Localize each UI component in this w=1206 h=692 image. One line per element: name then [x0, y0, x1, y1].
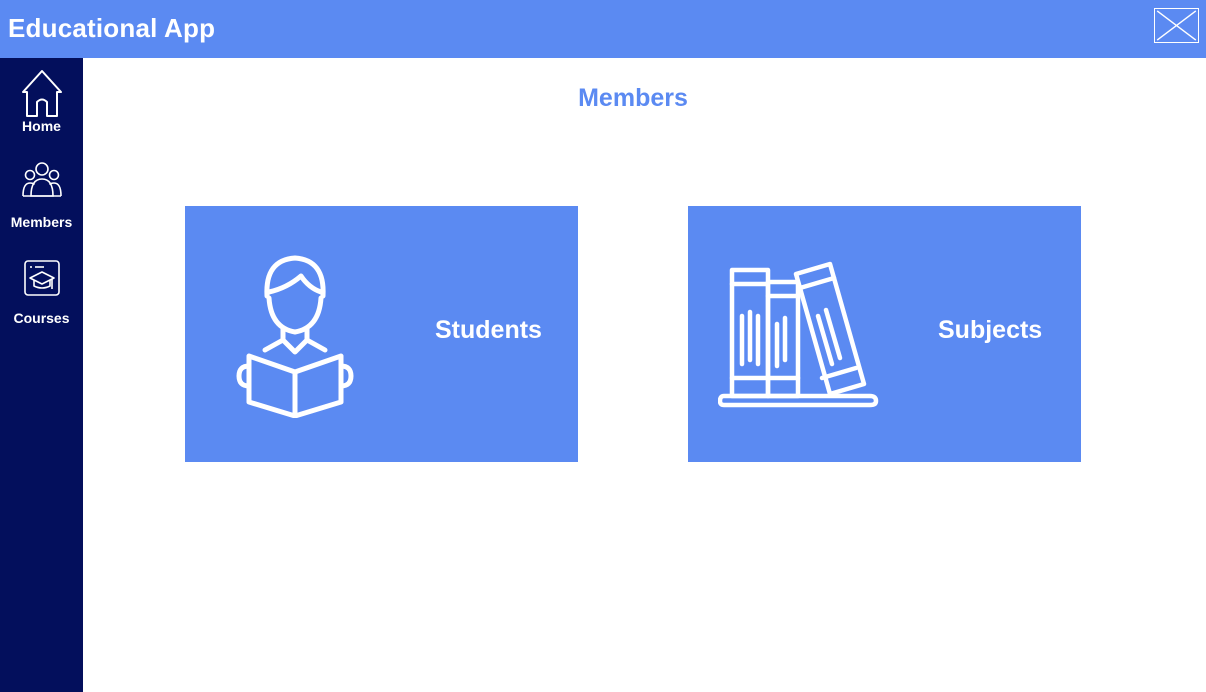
sidebar-item-members[interactable]: Members: [0, 158, 83, 230]
title-bar: Educational App: [0, 0, 1206, 58]
sidebar-item-home[interactable]: Home: [0, 66, 83, 134]
sidebar-item-label: Home: [22, 118, 61, 134]
close-button[interactable]: [1154, 8, 1199, 43]
books-icon: [718, 261, 879, 408]
subjects-card[interactable]: Subjects: [688, 206, 1081, 462]
students-card-label: Students: [435, 316, 542, 344]
student-reading-icon: [236, 255, 354, 418]
sidebar-item-label: Members: [10, 214, 73, 230]
courses-icon: [23, 260, 60, 296]
members-icon: [21, 162, 62, 197]
home-icon: [21, 70, 62, 117]
close-icon: [1156, 10, 1197, 41]
sidebar-item-label: Courses: [13, 310, 70, 326]
page-title: Members: [578, 84, 688, 112]
sidebar: Home Members Courses: [0, 58, 83, 692]
app-title: Educational App: [8, 13, 216, 43]
sidebar-item-courses[interactable]: Courses: [0, 258, 83, 326]
subjects-card-label: Subjects: [938, 316, 1043, 344]
students-card[interactable]: Students: [185, 206, 578, 462]
